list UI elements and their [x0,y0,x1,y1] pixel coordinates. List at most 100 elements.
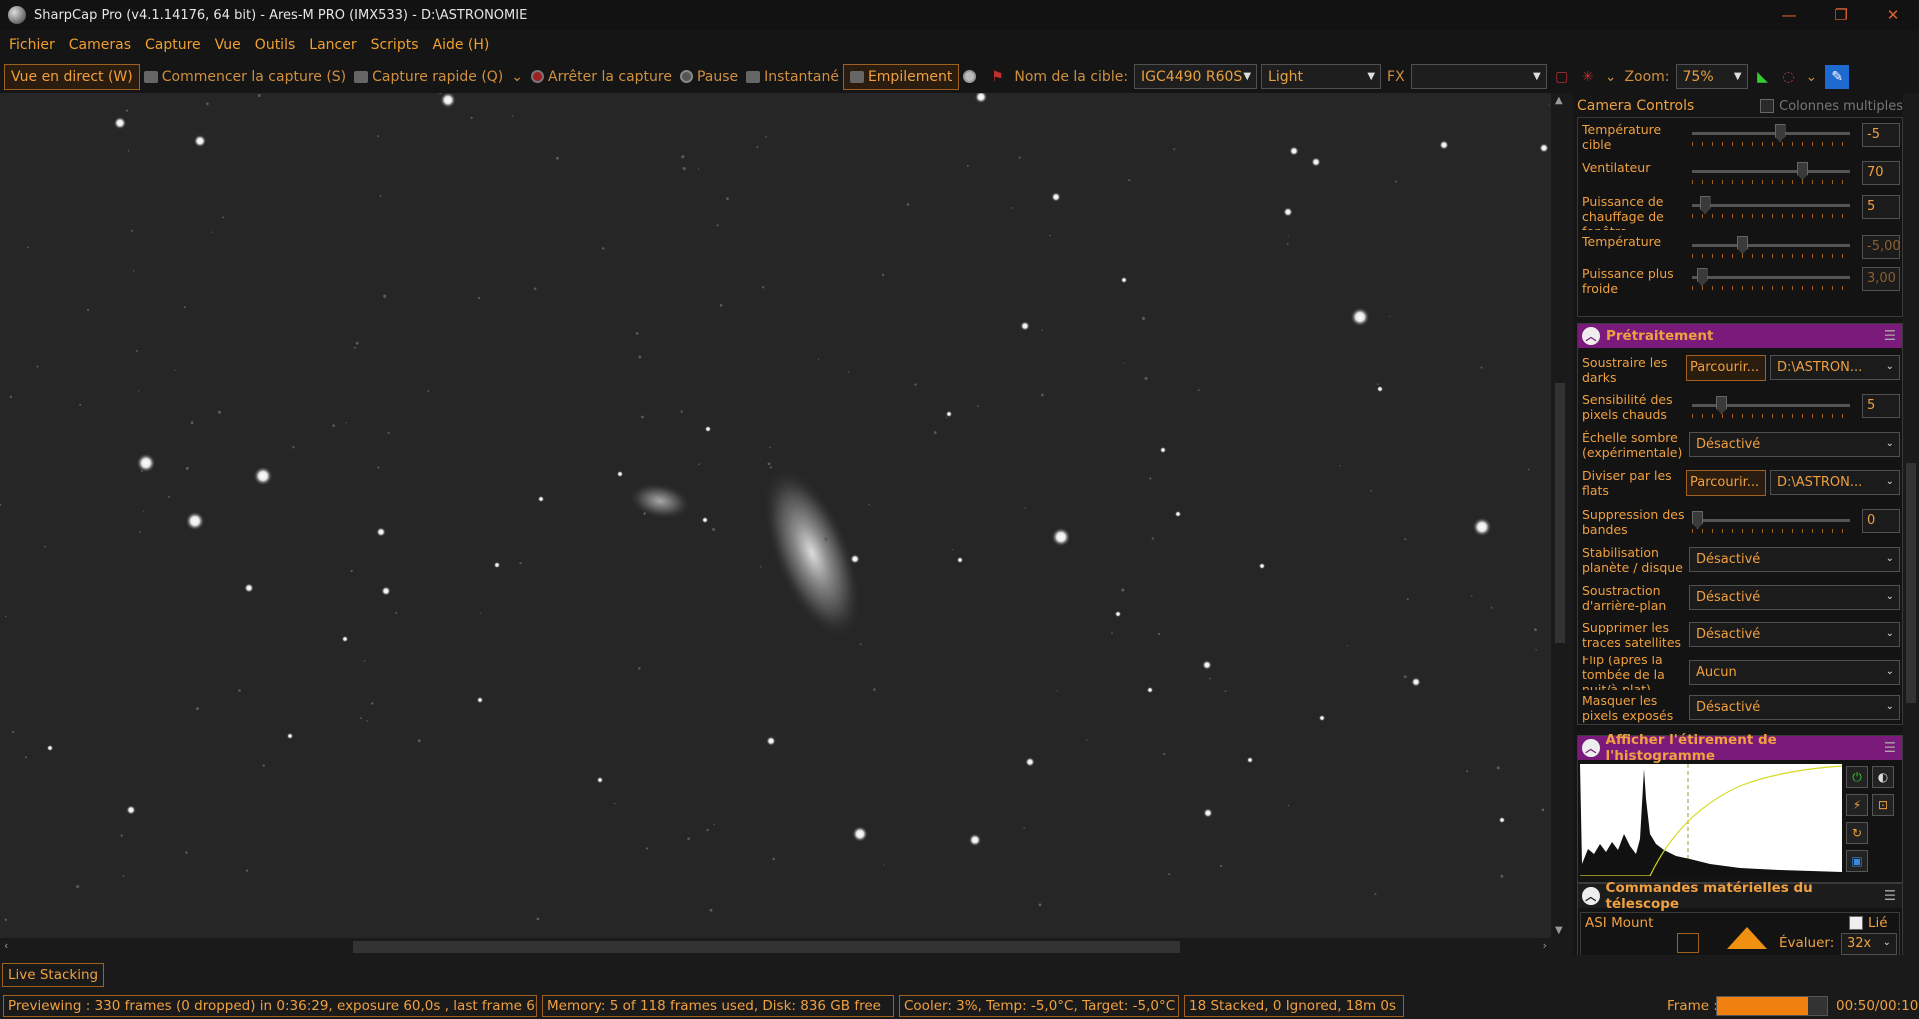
histogram-header[interactable]: ︿ Afficher l'étirement de l'histogramme … [1578,732,1902,764]
scroll-right-icon[interactable]: › [1543,939,1547,952]
satellite-dropdown[interactable]: Désactivé ⌄ [1689,622,1900,647]
multi-columns-toggle[interactable]: Colonnes multiples [1760,99,1903,114]
menu-capture[interactable]: Capture [138,30,208,60]
dark-path-dropdown[interactable]: D:\ASTRON... ⌄ [1770,355,1900,380]
panel-scrollbar[interactable] [1903,93,1919,955]
hamburger-icon[interactable]: ☰ [1884,328,1896,344]
chevron-down-icon: ⌄ [1885,553,1894,564]
menu-outils[interactable]: Outils [248,30,302,60]
zoom-combo[interactable]: 75% ▼ [1675,64,1748,89]
pin-icon[interactable]: ✎ [1825,64,1850,89]
camera-control-row: Puissance de chauffage de fenêtre 5 [1582,192,1900,230]
camera-control-value[interactable]: 70 [1862,161,1900,185]
scroll-down-icon[interactable]: ▼ [1555,925,1563,936]
checkbox-checked-icon[interactable] [1849,916,1863,930]
menu-lancer[interactable]: Lancer [302,30,363,60]
pause-button[interactable]: Pause [676,64,742,90]
menu-aide[interactable]: Aide (H) [426,30,497,60]
telescope-header[interactable]: ︿ Commandes matérielles du télescope ☰ [1578,880,1902,912]
camera-control-slider[interactable] [1692,132,1850,135]
frame-type-combo[interactable]: Light ▼ [1261,64,1382,89]
dark-scale-dropdown[interactable]: Désactivé ⌄ [1689,432,1900,457]
hot-pixels-slider[interactable] [1692,404,1850,407]
reticle-dropdown[interactable]: ⌄ [1601,64,1621,90]
scroll-left-icon[interactable]: ‹ [4,939,8,952]
viewport-vertical-scrollbar[interactable]: ▲ ▼ [1551,93,1569,938]
start-capture-button[interactable]: Commencer la capture (S) [140,64,350,90]
menu-cameras[interactable]: Cameras [62,30,138,60]
scroll-up-icon[interactable]: ▲ [1555,95,1563,106]
reticle-icon[interactable]: ▢ [1553,68,1571,86]
hot-pixels-slider-knob[interactable] [1716,396,1727,414]
camera-control-slider-knob[interactable] [1699,196,1711,214]
menu-scripts[interactable]: Scripts [364,30,426,60]
stop-capture-button[interactable]: Arrêter la capture [527,64,676,90]
viewport-horizontal-scrollbar[interactable]: ‹ › [0,938,1551,956]
camera-control-slider[interactable] [1692,204,1850,207]
scrollbar-thumb[interactable] [1906,463,1916,703]
linked-toggle[interactable]: Lié [1849,915,1888,931]
target-flag-icon[interactable]: ⚑ [988,68,1006,86]
reset-icon[interactable]: ↻ [1846,822,1868,844]
checkbox-icon[interactable] [1760,99,1775,113]
crosshair-icon[interactable]: ✳ [1579,68,1597,86]
scrollbar-thumb[interactable] [353,941,1180,953]
rate-dropdown[interactable]: 32x ⌄ [1841,933,1897,955]
live-stacking-tab[interactable]: Live Stacking [2,963,105,987]
maximize-button[interactable]: ❐ [1815,0,1867,30]
stacking-button[interactable]: Empilement [842,63,960,90]
camera-control-slider[interactable] [1692,170,1850,173]
mask-dropdown[interactable]: Désactivé ⌄ [1689,695,1900,720]
hamburger-icon[interactable]: ☰ [1884,740,1896,756]
timer-dropdown[interactable]: ⌄ [1802,64,1822,90]
hot-pixels-value[interactable]: 5 [1862,394,1900,418]
close-button[interactable]: ✕ [1867,0,1919,30]
preprocessing-header[interactable]: ︿ Prétraitement ☰ [1578,324,1902,348]
scrollbar-thumb[interactable] [1555,383,1565,643]
hamburger-icon[interactable]: ☰ [1884,888,1896,904]
banding-slider-knob[interactable] [1692,511,1703,529]
timer-icon[interactable]: ◌ [1780,68,1798,86]
quick-capture-dropdown[interactable]: ⌄ [507,64,527,90]
flats-browse-button[interactable]: Parcourir... [1686,470,1766,496]
title-bar: SharpCap Pro (v4.1.14176, 64 bit) - Ares… [0,0,1919,30]
sphere-button[interactable] [959,64,984,90]
lightning-icon[interactable]: ⚡ [1846,794,1868,816]
faint-star [360,717,363,720]
histogram-chart[interactable] [1580,764,1842,876]
camera-control-slider-knob[interactable] [1696,268,1708,286]
menu-vue[interactable]: Vue [208,30,248,60]
target-name-combo[interactable]: IGC4490 R60S ▼ [1134,64,1258,89]
live-view-button[interactable]: Vue en direct (W) [4,63,140,90]
camera-control-slider[interactable] [1692,276,1850,279]
camera-control-slider-knob[interactable] [1797,162,1808,180]
mount-nudge-button[interactable] [1677,933,1699,953]
camera-control-value[interactable]: 5 [1862,195,1900,219]
collapse-icon[interactable]: ︿ [1582,887,1600,905]
fx-combo[interactable]: ▼ [1410,64,1547,89]
dark-browse-button[interactable]: Parcourir... [1686,355,1766,381]
quick-capture-button[interactable]: Capture rapide (Q) [350,64,507,90]
lock-icon[interactable]: ⊡ [1872,794,1894,816]
collapse-icon[interactable]: ︿ [1582,327,1600,345]
banding-value[interactable]: 0 [1862,509,1900,533]
camera-control-value[interactable]: -5 [1862,123,1900,147]
camera-control-slider-knob[interactable] [1774,124,1786,142]
contrast-icon[interactable]: ◐ [1872,766,1894,788]
camera-control-slider[interactable] [1692,244,1850,247]
camera-control-slider-knob[interactable] [1737,236,1748,254]
save-icon[interactable]: ▣ [1846,850,1868,872]
stabilization-dropdown[interactable]: Désactivé ⌄ [1689,547,1900,572]
collapse-icon[interactable]: ︿ [1582,739,1600,757]
background-dropdown[interactable]: Désactivé ⌄ [1689,585,1900,610]
minimize-button[interactable]: — [1763,0,1815,30]
histogram-icon[interactable]: ◣ [1754,68,1772,86]
snapshot-button[interactable]: Instantané [742,64,843,90]
menu-fichier[interactable]: Fichier [2,30,62,60]
image-viewport[interactable] [0,93,1551,938]
power-icon[interactable]: ⏻ [1846,766,1868,788]
banding-slider[interactable] [1692,519,1850,522]
arrow-up-icon[interactable] [1727,927,1767,949]
flip-dropdown[interactable]: Aucun ⌄ [1689,660,1900,685]
flats-path-dropdown[interactable]: D:\ASTRON... ⌄ [1770,470,1900,495]
